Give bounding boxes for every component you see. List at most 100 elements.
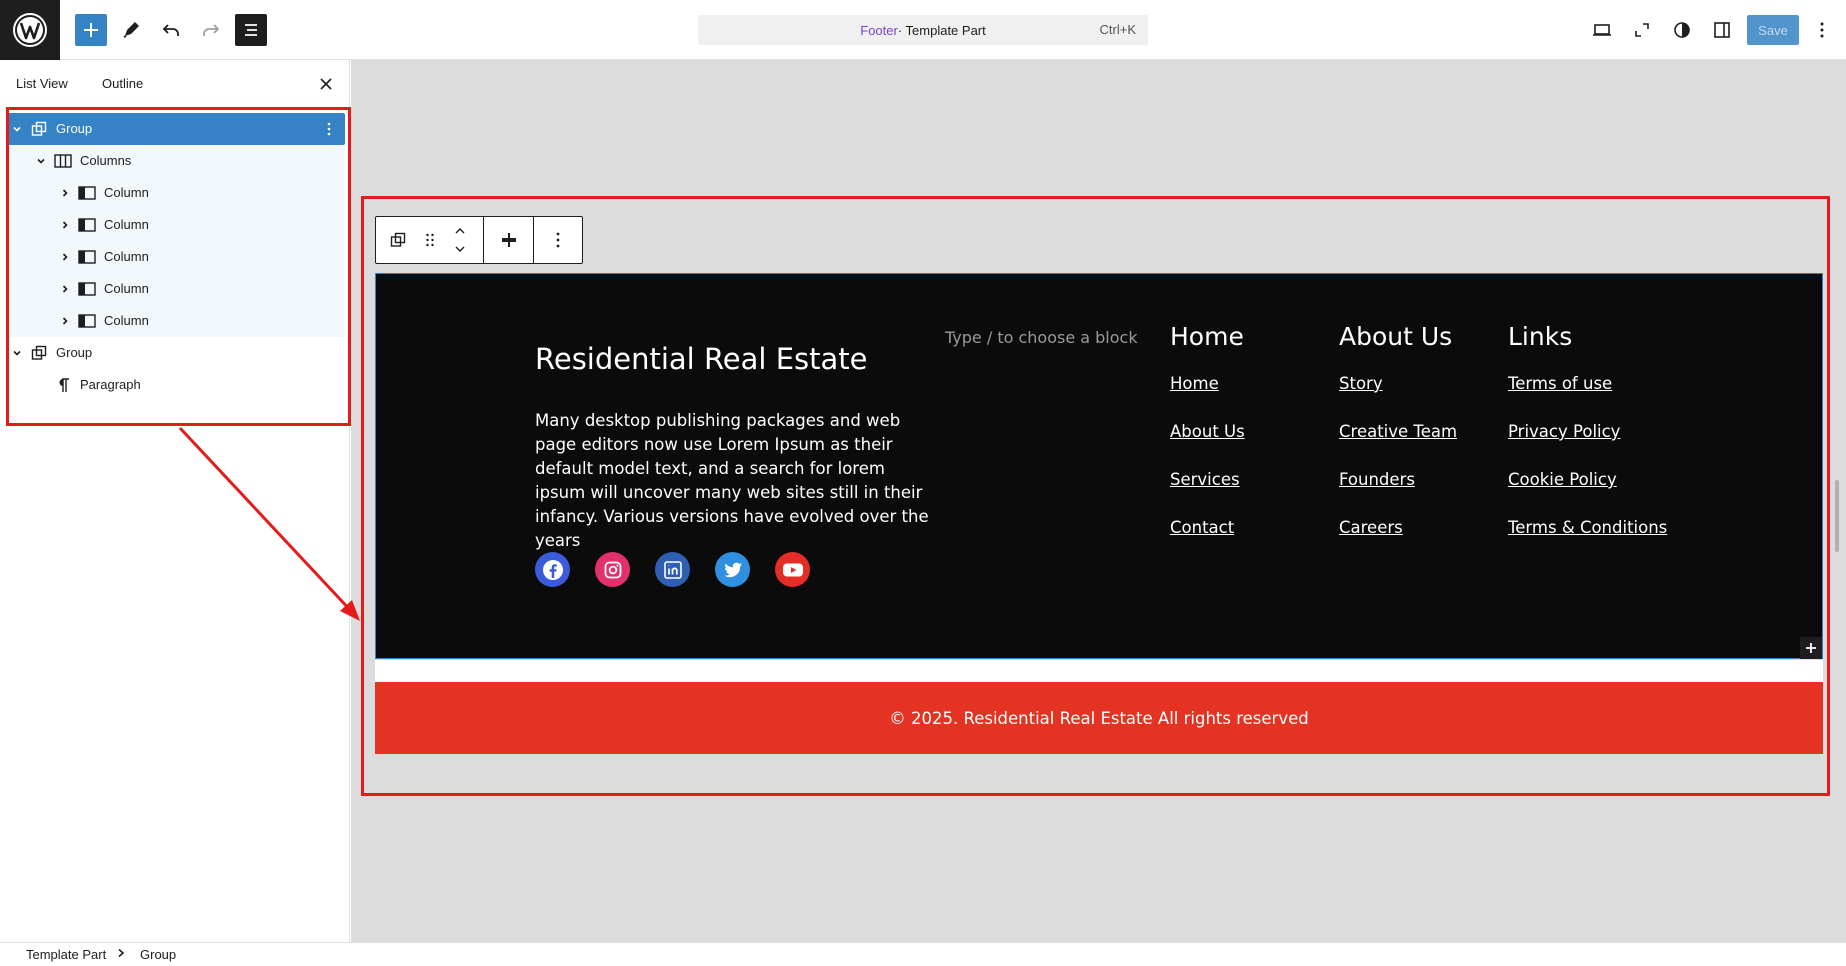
youtube-icon[interactable] (775, 552, 810, 587)
breadcrumb-group[interactable]: Group (140, 947, 176, 962)
tree-item-label: Columns (80, 153, 132, 168)
footer-link[interactable]: Founders (1339, 464, 1457, 512)
tree-item-column[interactable]: Column (8, 273, 345, 305)
footer-link[interactable]: About Us (1170, 416, 1245, 464)
editor-canvas: Residential Real Estate Many desktop pub… (351, 60, 1846, 942)
tree-item-column[interactable]: Column (8, 177, 345, 209)
footer-link[interactable]: Home (1170, 368, 1245, 416)
column-icon (78, 280, 96, 298)
footer-link[interactable]: Careers (1339, 512, 1457, 560)
shortcut-hint: Ctrl+K (1099, 22, 1136, 37)
tree-item-column[interactable]: Column (8, 209, 345, 241)
tree-item-label: Column (104, 313, 149, 328)
column-icon (78, 248, 96, 266)
tree-item-paragraph[interactable]: Paragraph (8, 369, 345, 401)
column-heading: Home (1170, 322, 1244, 351)
wordpress-logo-icon[interactable] (0, 0, 60, 60)
tree-item-columns[interactable]: Columns (8, 145, 345, 177)
chevron-right-icon (116, 946, 126, 963)
tree-item-label: Column (104, 249, 149, 264)
chevron-down-icon[interactable] (10, 122, 24, 136)
footer-copyright-group[interactable]: © 2025. Residential Real Estate All righ… (375, 682, 1823, 754)
block-breadcrumb: Template Part Group (0, 942, 1846, 966)
document-type-label: Footer (860, 22, 898, 38)
chevron-right-icon[interactable] (58, 282, 72, 296)
tree-item-label: Group (56, 121, 93, 136)
tree-item-column[interactable]: Column (8, 305, 345, 337)
social-links (535, 552, 810, 587)
options-kebab-icon[interactable] (321, 121, 337, 137)
settings-sidebar-icon[interactable] (1706, 14, 1738, 46)
chevron-right-icon[interactable] (58, 250, 72, 264)
group-icon (30, 344, 48, 362)
footer-spacer (375, 660, 1823, 682)
close-icon[interactable] (316, 74, 336, 94)
linkedin-icon[interactable] (655, 552, 690, 587)
instagram-icon[interactable] (595, 552, 630, 587)
canvas-scrollbar[interactable] (1835, 480, 1839, 552)
chevron-down-icon[interactable] (34, 154, 48, 168)
footer-link[interactable]: Contact (1170, 512, 1245, 560)
chevron-down-icon[interactable] (450, 239, 470, 259)
footer-column-about: About Us Story Creative Team Founders Ca… (1339, 322, 1457, 560)
document-overview-button[interactable] (235, 14, 267, 46)
tree-item-group[interactable]: Group (8, 113, 345, 145)
chevron-right-icon[interactable] (58, 218, 72, 232)
twitter-icon[interactable] (715, 552, 750, 587)
more-options-icon[interactable] (1806, 14, 1838, 46)
tab-outline[interactable]: Outline (102, 76, 143, 91)
command-palette-bar[interactable]: Footer · Template Part Ctrl+K (698, 15, 1148, 45)
block-inserter-button[interactable] (75, 14, 107, 46)
footer-link[interactable]: Cookie Policy (1508, 464, 1667, 512)
more-options-icon[interactable] (548, 230, 568, 250)
breadcrumb-template-part[interactable]: Template Part (26, 947, 106, 962)
chevron-up-icon[interactable] (450, 221, 470, 241)
block-tree: Group Columns Column Column Column Colum… (8, 113, 345, 401)
footer-link[interactable]: Terms & Conditions (1508, 512, 1667, 560)
tree-item-label: Column (104, 217, 149, 232)
tree-item-column[interactable]: Column (8, 241, 345, 273)
zoom-out-icon[interactable] (1626, 14, 1658, 46)
editor-header: Footer · Template Part Ctrl+K Save (0, 0, 1846, 60)
footer-main-group[interactable]: Residential Real Estate Many desktop pub… (375, 273, 1823, 659)
block-toolbar (375, 216, 583, 264)
group-icon[interactable] (388, 230, 408, 250)
footer-link[interactable]: Privacy Policy (1508, 416, 1667, 464)
tab-list-view[interactable]: List View (16, 76, 68, 91)
footer-link[interactable]: Services (1170, 464, 1245, 512)
tree-item-group[interactable]: Group (8, 337, 345, 369)
tools-pencil-button[interactable] (115, 14, 147, 46)
block-toolbar-group-2 (484, 217, 534, 263)
column-heading: About Us (1339, 322, 1453, 351)
save-button[interactable]: Save (1747, 15, 1799, 45)
tree-item-label: Column (104, 185, 149, 200)
columns-icon (54, 152, 72, 170)
device-preview-icon[interactable] (1586, 14, 1618, 46)
block-toolbar-group-3 (534, 217, 582, 263)
group-icon (30, 120, 48, 138)
column-icon (78, 312, 96, 330)
column-icon (78, 184, 96, 202)
align-icon[interactable] (499, 230, 519, 250)
redo-button[interactable] (195, 14, 227, 46)
block-appender-plus-icon[interactable] (1800, 637, 1822, 659)
undo-button[interactable] (155, 14, 187, 46)
tree-item-label: Paragraph (80, 377, 141, 392)
styles-contrast-icon[interactable] (1666, 14, 1698, 46)
facebook-icon[interactable] (535, 552, 570, 587)
tree-item-label: Column (104, 281, 149, 296)
copyright-text: © 2025. Residential Real Estate All righ… (889, 708, 1309, 728)
paragraph-icon (54, 376, 72, 394)
footer-column-links: Links Terms of use Privacy Policy Cookie… (1508, 322, 1667, 560)
chevron-right-icon[interactable] (58, 186, 72, 200)
empty-block-placeholder[interactable]: Type / to choose a block (945, 328, 1138, 347)
column-heading: Links (1508, 322, 1573, 351)
chevron-down-icon[interactable] (10, 346, 24, 360)
footer-link[interactable]: Creative Team (1339, 416, 1457, 464)
chevron-right-icon[interactable] (58, 314, 72, 328)
footer-link[interactable]: Story (1339, 368, 1457, 416)
footer-link[interactable]: Terms of use (1508, 368, 1667, 416)
block-toolbar-group-1 (376, 217, 484, 263)
drag-handle-icon[interactable] (420, 230, 440, 250)
footer-column-home: Home Home About Us Services Contact (1170, 322, 1245, 560)
